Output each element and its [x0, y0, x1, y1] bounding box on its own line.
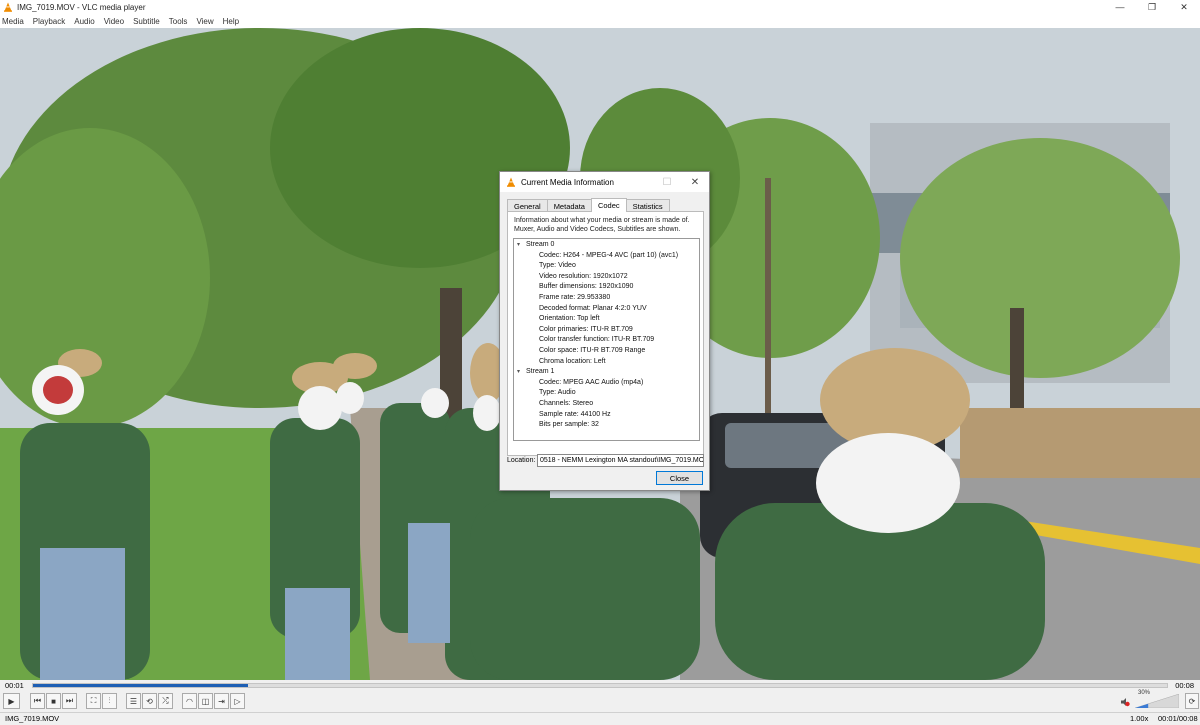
menu-video[interactable]: Video	[104, 17, 124, 26]
next-button[interactable]: ⏭	[62, 693, 77, 709]
stream-node[interactable]: ▾ Stream 1	[514, 367, 699, 378]
stream-item: Video resolution: 1920x1072	[539, 272, 628, 280]
close-button[interactable]: Close	[656, 471, 703, 485]
dialog-title: Current Media Information	[521, 177, 614, 187]
snapshot-button[interactable]: ◫	[198, 693, 213, 709]
equalizer-icon: ⫶	[108, 696, 111, 705]
record-icon: ◠	[186, 696, 193, 706]
media-info-dialog: Current Media Information ☐ ✕ General Me…	[499, 171, 710, 491]
ab-loop-button[interactable]: ⇥	[214, 693, 229, 709]
dialog-tabs: General Metadata Codec Statistics	[507, 198, 670, 212]
extended-settings-button[interactable]: ⫶	[102, 693, 117, 709]
stop-icon: ■	[51, 696, 56, 706]
stream-item: Orientation: Top left	[539, 315, 600, 323]
stream-item: Color transfer function: ITU-R BT.709	[539, 336, 655, 344]
stream-item: Channels: Stereo	[539, 399, 594, 407]
play-icon: ▶	[8, 696, 15, 706]
menu-playback[interactable]: Playback	[33, 17, 65, 26]
loop-button[interactable]: ⟲	[142, 693, 157, 709]
status-bar: IMG_7019.MOV 1.00x 00:01/00:08	[0, 712, 1200, 725]
stream-item: Buffer dimensions: 1920x1090	[539, 283, 634, 291]
chevron-down-icon: ▾	[517, 369, 521, 376]
previous-button[interactable]: ⏮	[30, 693, 45, 709]
stream-item: Type: Video	[539, 262, 576, 270]
control-bar: 00:01 00:08 ▶ ⏮ ■ ⏭ ⛶ ⫶ ☰ ⟲ ⤮ ◠ ◫ ⇥ ▷ 30…	[0, 680, 1200, 712]
frame-step-icon: ▷	[234, 696, 241, 706]
status-filename: IMG_7019.MOV	[5, 714, 60, 723]
minimize-button[interactable]: —	[1104, 0, 1136, 14]
snapshot-icon: ◫	[201, 696, 210, 706]
loop-icon: ⟲	[146, 696, 153, 706]
menu-subtitle[interactable]: Subtitle	[133, 17, 160, 26]
stream-item: Chroma location: Left	[539, 357, 606, 365]
maximize-icon: ☐	[662, 176, 672, 188]
stream-node[interactable]: ▾ Stream 0	[514, 240, 699, 251]
stream-item: Codec: MPEG AAC Audio (mp4a)	[539, 378, 644, 386]
skip-back-icon: ⏮	[33, 696, 42, 705]
stream-item: Sample rate: 44100 Hz	[539, 410, 611, 418]
title-bar: IMG_7019.MOV - VLC media player — ❐ ✕	[0, 0, 1200, 14]
volume-slider[interactable]	[1134, 693, 1180, 709]
fullscreen-button[interactable]: ⛶	[86, 693, 101, 709]
codec-panel: Information about what your media or str…	[507, 211, 704, 456]
record-button[interactable]: ◠	[182, 693, 197, 709]
seek-progress	[33, 684, 249, 687]
total-time: 00:08	[1175, 681, 1194, 690]
playlist-icon: ☰	[129, 696, 138, 706]
restore-icon: ❐	[1147, 1, 1157, 12]
dialog-title-bar: Current Media Information ☐ ✕	[500, 172, 709, 192]
repeat-icon: ⟳	[1188, 696, 1196, 706]
menu-media[interactable]: Media	[2, 17, 24, 26]
menu-audio[interactable]: Audio	[74, 17, 94, 26]
stream-item: Type: Audio	[539, 389, 576, 397]
seek-bar[interactable]	[32, 683, 1168, 688]
menu-bar: Media Playback Audio Video Subtitle Tool…	[0, 14, 1200, 28]
vlc-cone-icon	[506, 177, 516, 187]
dialog-close-x-button[interactable]: ✕	[681, 172, 709, 192]
playback-rate[interactable]: 1.00x	[1130, 714, 1148, 723]
menu-tools[interactable]: Tools	[169, 17, 188, 26]
stream-item: Color space: ITU-R BT.709 Range	[539, 346, 646, 354]
close-icon: ✕	[1180, 1, 1188, 12]
restore-button[interactable]: ❐	[1136, 0, 1168, 14]
close-icon: ✕	[690, 176, 700, 188]
skip-forward-icon: ⏭	[65, 696, 74, 705]
frame-step-button[interactable]: ▷	[230, 693, 245, 709]
location-field[interactable]: 0518 - NEMM Lexington MA standout\IMG_70…	[537, 454, 704, 467]
minimize-icon: —	[1115, 2, 1125, 12]
stream-item: Frame rate: 29.953380	[539, 293, 611, 301]
ab-loop-icon: ⇥	[218, 696, 225, 706]
window-title: IMG_7019.MOV - VLC media player	[17, 2, 146, 12]
status-time: 00:01/00:08	[1158, 714, 1198, 723]
tab-codec[interactable]: Codec	[590, 198, 627, 212]
menu-help[interactable]: Help	[223, 17, 239, 26]
playlist-button[interactable]: ☰	[126, 693, 141, 709]
menu-view[interactable]: View	[196, 17, 213, 26]
shuffle-button[interactable]: ⤮	[158, 693, 173, 709]
elapsed-time: 00:01	[5, 681, 24, 690]
repeat-mode-button[interactable]: ⟳	[1185, 693, 1199, 709]
location-label: Location:	[507, 457, 536, 464]
chevron-down-icon: ▾	[517, 242, 521, 248]
vlc-cone-icon	[3, 2, 13, 12]
stream-item: Bits per sample: 32	[539, 421, 599, 429]
stream-item: Codec: H264 - MPEG-4 AVC (part 10) (avc1…	[539, 251, 679, 259]
stream-item: Color primaries: ITU-R BT.709	[539, 325, 633, 333]
play-button[interactable]: ▶	[3, 693, 20, 709]
stream-tree[interactable]: ▾ Stream 0 Codec: H264 - MPEG-4 AVC (part…	[513, 238, 700, 441]
fullscreen-icon: ⛶	[90, 696, 97, 705]
stop-button[interactable]: ■	[46, 693, 61, 709]
codec-info-text: Information about what your media or str…	[514, 217, 690, 233]
stream-item: Decoded format: Planar 4:2:0 YUV	[539, 304, 647, 312]
mute-icon[interactable]	[1120, 697, 1130, 707]
shuffle-icon: ⤮	[162, 696, 169, 705]
dialog-maximize-button[interactable]: ☐	[653, 172, 681, 192]
close-window-button[interactable]: ✕	[1168, 0, 1200, 14]
